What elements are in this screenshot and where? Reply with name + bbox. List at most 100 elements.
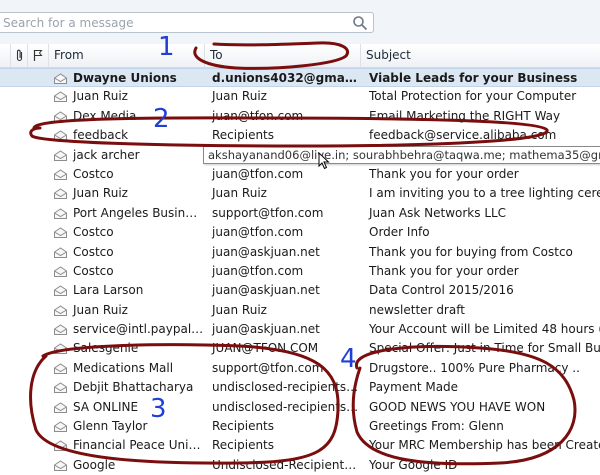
envelope-icon: [54, 169, 67, 180]
envelope-icon: [54, 246, 67, 258]
search-input[interactable]: [0, 12, 374, 33]
envelope-icon: [54, 440, 67, 452]
envelope-icon: [54, 91, 67, 103]
column-thread[interactable]: [0, 44, 10, 67]
message-row[interactable]: Dex Media juan@tfon.com Email Marketing th…: [0, 107, 600, 126]
annotation-number-2: 2: [153, 104, 170, 134]
envelope-icon: [54, 421, 67, 433]
envelope-icon: [54, 111, 67, 122]
message-from: jack archer: [73, 147, 140, 162]
envelope-icon: [54, 208, 67, 219]
message-from: Costco: [73, 244, 114, 259]
message-row[interactable]: Financial Peace Univer... Recipients Your …: [0, 436, 600, 455]
message-to: Recipients: [212, 419, 275, 434]
message-to: d.unions4032@gmail.co...: [212, 71, 359, 85]
message-to: Undisclosed-Recipients:@: [212, 457, 359, 472]
recipients-tooltip: akshayanand06@live.in; sourabhbehra@taqw…: [203, 146, 600, 164]
message-row[interactable]: SA ONLINE undisclosed-recipients:@ GOOD NE…: [0, 398, 600, 417]
envelope-icon: [54, 130, 67, 142]
paperclip-icon: [16, 49, 22, 62]
message-subject: Juan Ask Networks LLC: [369, 205, 507, 220]
message-to: juan@tfon.com: [212, 166, 304, 181]
message-to: juan@tfon.com: [212, 263, 304, 278]
message-row[interactable]: Salesgenie JUAN@TFON.COM Special Offer: Ju…: [0, 339, 600, 358]
message-from: Juan Ruiz: [73, 186, 128, 201]
message-to: undisclosed-recipients:@: [212, 380, 359, 395]
envelope-icon: [54, 73, 67, 84]
message-to: Juan Ruiz: [212, 89, 267, 104]
envelope-icon: [54, 227, 67, 239]
message-list-header: From To Subject: [0, 44, 600, 68]
message-subject: Drugstore.. 100% Pure Pharmacy ..: [369, 360, 580, 375]
message-from: Medications Mall: [73, 360, 174, 375]
message-subject: Order Info: [369, 225, 430, 240]
envelope-icon: [54, 402, 67, 413]
message-row[interactable]: Juan Ruiz Juan Ruiz newsletter draft: [0, 301, 600, 320]
message-from: Dwayne Unions: [73, 71, 177, 85]
column-attachment[interactable]: [10, 44, 27, 67]
message-row[interactable]: Google Undisclosed-Recipients:@ Your Googl…: [0, 456, 600, 475]
message-from: Debjit Bhattacharya: [73, 380, 194, 395]
annotation-number-3: 3: [150, 394, 167, 424]
message-to: Recipients: [212, 128, 275, 143]
message-from: Costco: [73, 166, 114, 181]
message-from: feedback: [73, 128, 129, 143]
search-icon[interactable]: [352, 15, 368, 31]
envelope-icon: [54, 188, 67, 200]
message-subject: Thank you for buying from Costco: [369, 244, 573, 259]
message-subject: I am inviting you to a tree lighting cer…: [369, 186, 600, 201]
message-row[interactable]: Lara Larson juan@askjuan.net Data Control …: [0, 281, 600, 300]
message-subject: Special Offer: Just in Time for Small Bu…: [369, 341, 600, 356]
message-to: support@tfon.com: [212, 360, 324, 375]
message-from: Salesgenie: [73, 341, 139, 356]
message-row[interactable]: Costco juan@tfon.com Order Info: [0, 223, 600, 242]
message-row[interactable]: Costco juan@askjuan.net Thank you for buyi…: [0, 243, 600, 262]
message-to: Juan Ruiz: [212, 186, 267, 201]
message-to: juan@askjuan.net: [212, 322, 320, 337]
message-row[interactable]: Juan Ruiz Juan Ruiz I am inviting you to a…: [0, 184, 600, 203]
message-from: Glenn Taylor: [73, 419, 148, 434]
message-from: Financial Peace Univer...: [73, 438, 204, 453]
message-row[interactable]: Dwayne Unions d.unions4032@gmail.co... Via…: [0, 68, 600, 88]
message-row[interactable]: Medications Mall support@tfon.com Drugstor…: [0, 359, 600, 378]
envelope-icon: [54, 343, 67, 355]
message-subject: Payment Made: [369, 380, 459, 395]
column-to[interactable]: To: [204, 44, 360, 67]
column-flag[interactable]: [27, 44, 48, 67]
message-to: JUAN@TFON.COM: [212, 341, 319, 356]
message-row[interactable]: Juan Ruiz Juan Ruiz Total Protection for y…: [0, 87, 600, 106]
message-from: service@intl.paypal.com: [73, 322, 204, 337]
search-bar: [0, 0, 600, 45]
envelope-icon: [54, 149, 67, 161]
message-from: Costco: [73, 225, 114, 240]
envelope-icon: [54, 363, 67, 374]
column-from[interactable]: From: [48, 44, 204, 67]
message-from: Google: [73, 457, 116, 472]
message-subject: GOOD NEWS YOU HAVE WON: [369, 399, 546, 414]
message-row[interactable]: Costco juan@tfon.com Thank you for your or…: [0, 165, 600, 184]
message-from: Costco: [73, 263, 114, 278]
message-from: Port Angeles Business ...: [73, 205, 204, 220]
message-row[interactable]: feedback Recipients feedback@service.aliba…: [0, 126, 600, 145]
message-row[interactable]: service@intl.paypal.com juan@askjuan.net Y…: [0, 320, 600, 339]
annotation-number-4: 4: [340, 344, 357, 374]
message-subject: Your MRC Membership has been Created: [369, 438, 600, 453]
message-from: Juan Ruiz: [73, 302, 128, 317]
message-subject: Thank you for your order: [369, 166, 519, 181]
message-row[interactable]: Costco juan@tfon.com Thank you for your or…: [0, 262, 600, 281]
message-to: juan@tfon.com: [212, 108, 304, 123]
message-row[interactable]: Glenn Taylor Recipients Greetings From: Gl…: [0, 417, 600, 436]
envelope-icon: [54, 324, 67, 336]
column-subject[interactable]: Subject: [360, 44, 600, 67]
message-subject: Your Account will be Limited 48 hours ( …: [369, 322, 600, 337]
message-row[interactable]: Debjit Bhattacharya undisclosed-recipient…: [0, 378, 600, 397]
message-from: SA ONLINE: [73, 399, 139, 414]
message-to: Juan Ruiz: [212, 302, 267, 317]
message-subject: Total Protection for your Computer: [369, 89, 577, 104]
message-from: Juan Ruiz: [73, 89, 128, 104]
message-to: juan@tfon.com: [212, 225, 304, 240]
message-subject: feedback@service.alibaba.com: [369, 128, 557, 143]
message-row[interactable]: Port Angeles Business ... support@tfon.co…: [0, 204, 600, 223]
message-to: juan@askjuan.net: [212, 283, 320, 298]
message-subject: Greetings From: Glenn: [369, 419, 504, 434]
